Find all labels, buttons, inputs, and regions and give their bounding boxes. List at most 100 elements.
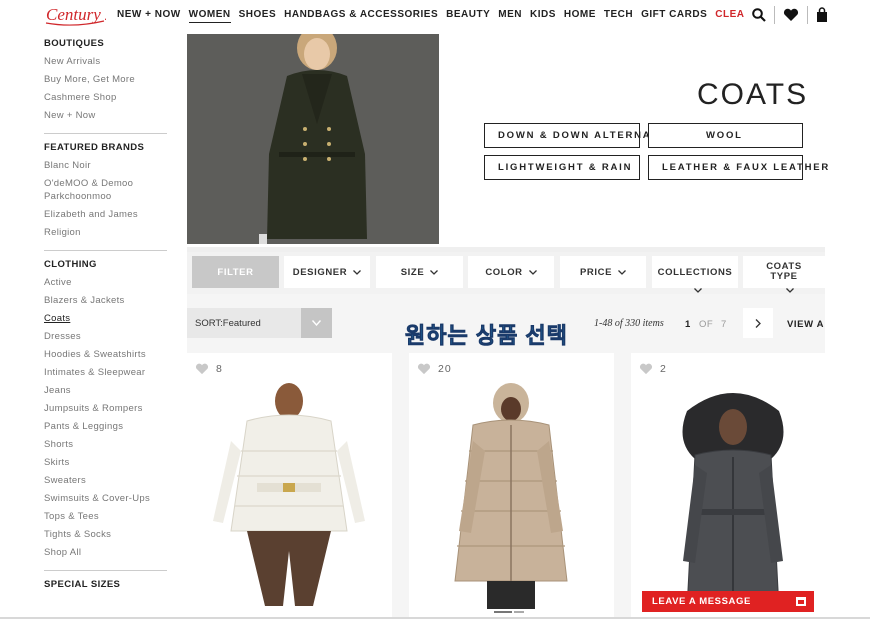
nav-clearance[interactable]: CLEA — [715, 9, 744, 23]
sidebar-item-tops[interactable]: Tops & Tees — [44, 508, 174, 526]
category-wool-button[interactable]: WOOL — [648, 123, 803, 148]
price-filter[interactable]: PRICE — [560, 256, 646, 288]
carousel-indicator — [494, 611, 512, 613]
heart-icon[interactable] — [783, 8, 799, 22]
nav-shoes[interactable]: SHOES — [239, 9, 277, 23]
page-of: OF — [699, 319, 714, 330]
nav-home[interactable]: HOME — [564, 9, 596, 23]
sidebar-item-swimsuits[interactable]: Swimsuits & Cover-Ups — [44, 490, 174, 508]
minimize-icon — [796, 597, 806, 606]
sidebar-item-pants[interactable]: Pants & Leggings — [44, 418, 174, 436]
sidebar-item-buy-more[interactable]: Buy More, Get More — [44, 71, 174, 89]
heart-icon — [195, 363, 209, 375]
sort-select[interactable]: SORT:Featured — [187, 308, 332, 338]
color-label: COLOR — [485, 266, 523, 278]
century21-logo[interactable]: Century 21 — [44, 2, 122, 28]
collections-label: COLLECTIONS — [657, 266, 733, 278]
sidebar-item-shop-all[interactable]: Shop All — [44, 544, 174, 562]
nav-divider — [774, 6, 775, 24]
chevron-down-icon — [528, 269, 537, 275]
nav-women[interactable]: WOMEN — [188, 9, 231, 23]
chevron-down-icon — [353, 269, 362, 275]
collections-filter[interactable]: COLLECTIONS — [652, 256, 738, 288]
sidebar-item-coats[interactable]: Coats — [44, 310, 174, 328]
coats-type-line2: TYPE — [770, 271, 798, 282]
logo-mark: Century 21 — [45, 5, 122, 26]
search-icon[interactable] — [752, 8, 766, 22]
nav-beauty[interactable]: BEAUTY — [446, 9, 490, 23]
chevron-down-icon — [618, 269, 626, 275]
view-all-link[interactable]: VIEW A — [787, 319, 824, 330]
leave-message-label: LEAVE A MESSAGE — [652, 596, 751, 607]
sidebar-item-elizabeth-james[interactable]: Elizabeth and James — [44, 206, 174, 224]
nav-handbags[interactable]: HANDBAGS & ACCESSORIES — [284, 9, 438, 23]
sidebar-item-new-now[interactable]: New + Now — [44, 107, 174, 125]
product-card[interactable]: 8 — [187, 353, 392, 619]
sidebar-item-blanc-noir[interactable]: Blanc Noir — [44, 157, 174, 175]
product-card[interactable]: 2 — [631, 353, 825, 619]
category-down-button[interactable]: DOWN & DOWN ALTERNATIVE — [484, 123, 677, 148]
hero-model-illustration — [187, 34, 439, 244]
nav-new-now[interactable]: NEW + NOW — [117, 9, 181, 23]
product-image-beige-down — [454, 383, 568, 609]
page-title: COATS — [697, 78, 809, 111]
like-count: 8 — [216, 363, 223, 375]
category-sidebar: BOUTIQUES New Arrivals Buy More, Get Mor… — [44, 30, 174, 619]
like-control[interactable]: 2 — [639, 363, 667, 375]
chevron-down-icon — [430, 269, 439, 275]
sidebar-item-new-arrivals[interactable]: New Arrivals — [44, 53, 174, 71]
sidebar-item-sweaters[interactable]: Sweaters — [44, 472, 174, 490]
sidebar-heading-special-sizes: SPECIAL SIZES — [44, 579, 121, 590]
sidebar-heading-featured-brands: FEATURED BRANDS — [44, 142, 145, 153]
next-page-button[interactable] — [743, 308, 773, 338]
sidebar-item-intimates[interactable]: Intimates & Sleepwear — [44, 364, 174, 382]
sidebar-item-shorts[interactable]: Shorts — [44, 436, 174, 454]
leave-message-button[interactable]: LEAVE A MESSAGE — [642, 591, 814, 612]
sidebar-item-religion[interactable]: Religion — [44, 224, 174, 242]
sidebar-item-dresses[interactable]: Dresses — [44, 328, 174, 346]
nav-gift-cards[interactable]: GIFT CARDS — [641, 9, 707, 23]
sidebar-item-jeans[interactable]: Jeans — [44, 382, 174, 400]
product-image-white-puffer — [213, 383, 365, 606]
sidebar-item-odemoo[interactable]: O'deMOO & Demoo Parkchoonmoo — [44, 175, 174, 206]
sort-dropdown-toggle[interactable] — [301, 308, 332, 338]
coats-type-filter[interactable]: COATS TYPE — [743, 256, 825, 288]
like-control[interactable]: 8 — [195, 363, 223, 375]
color-filter[interactable]: COLOR — [468, 256, 554, 288]
chevron-down-icon — [786, 288, 794, 293]
sidebar-item-blazers[interactable]: Blazers & Jackets — [44, 292, 174, 310]
category-leather-button[interactable]: LEATHER & FAUX LEATHER — [648, 155, 828, 180]
like-control[interactable]: 20 — [417, 363, 452, 375]
sidebar-divider — [44, 250, 167, 251]
sidebar-item-cashmere[interactable]: Cashmere Shop — [44, 89, 174, 107]
size-filter[interactable]: SIZE — [376, 256, 463, 288]
like-count: 20 — [438, 363, 452, 375]
product-card[interactable]: 20 — [409, 353, 614, 619]
category-lightweight-button[interactable]: LIGHTWEIGHT & RAIN — [484, 155, 640, 180]
main-nav-links: NEW + NOW WOMEN SHOES HANDBAGS & ACCESSO… — [117, 9, 744, 23]
sidebar-item-hoodies[interactable]: Hoodies & Sweatshirts — [44, 346, 174, 364]
page-current[interactable]: 1 — [685, 319, 691, 330]
sidebar-item-skirts[interactable]: Skirts — [44, 454, 174, 472]
filter-label: FILTER — [217, 266, 254, 278]
filter-bar: FILTER DESIGNER SIZE COLOR PRICE COLLECT… — [187, 252, 825, 294]
svg-text:Century 21: Century 21 — [46, 5, 106, 24]
filter-button[interactable]: FILTER — [192, 256, 279, 288]
annotation-overlay-text: 원하는 상품 선택 — [405, 323, 568, 349]
chevron-down-icon — [312, 320, 321, 326]
nav-tech[interactable]: TECH — [604, 9, 633, 23]
designer-filter[interactable]: DESIGNER — [284, 256, 370, 288]
product-image-grey-fur-hood — [682, 393, 784, 610]
carousel-indicator — [514, 611, 524, 613]
nav-kids[interactable]: KIDS — [530, 9, 556, 23]
sidebar-item-active[interactable]: Active — [44, 274, 174, 292]
sidebar-heading-clothing: CLOTHING — [44, 259, 97, 270]
sidebar-item-jumpsuits[interactable]: Jumpsuits & Rompers — [44, 400, 174, 418]
bag-icon[interactable] — [816, 7, 828, 23]
size-label: SIZE — [400, 266, 425, 278]
nav-men[interactable]: MEN — [498, 9, 522, 23]
sidebar-item-tights[interactable]: Tights & Socks — [44, 526, 174, 544]
page-total[interactable]: 7 — [721, 319, 727, 330]
top-navigation: Century 21 NEW + NOW WOMEN SHOES HANDBAG… — [0, 0, 870, 30]
chevron-right-icon — [755, 318, 761, 328]
